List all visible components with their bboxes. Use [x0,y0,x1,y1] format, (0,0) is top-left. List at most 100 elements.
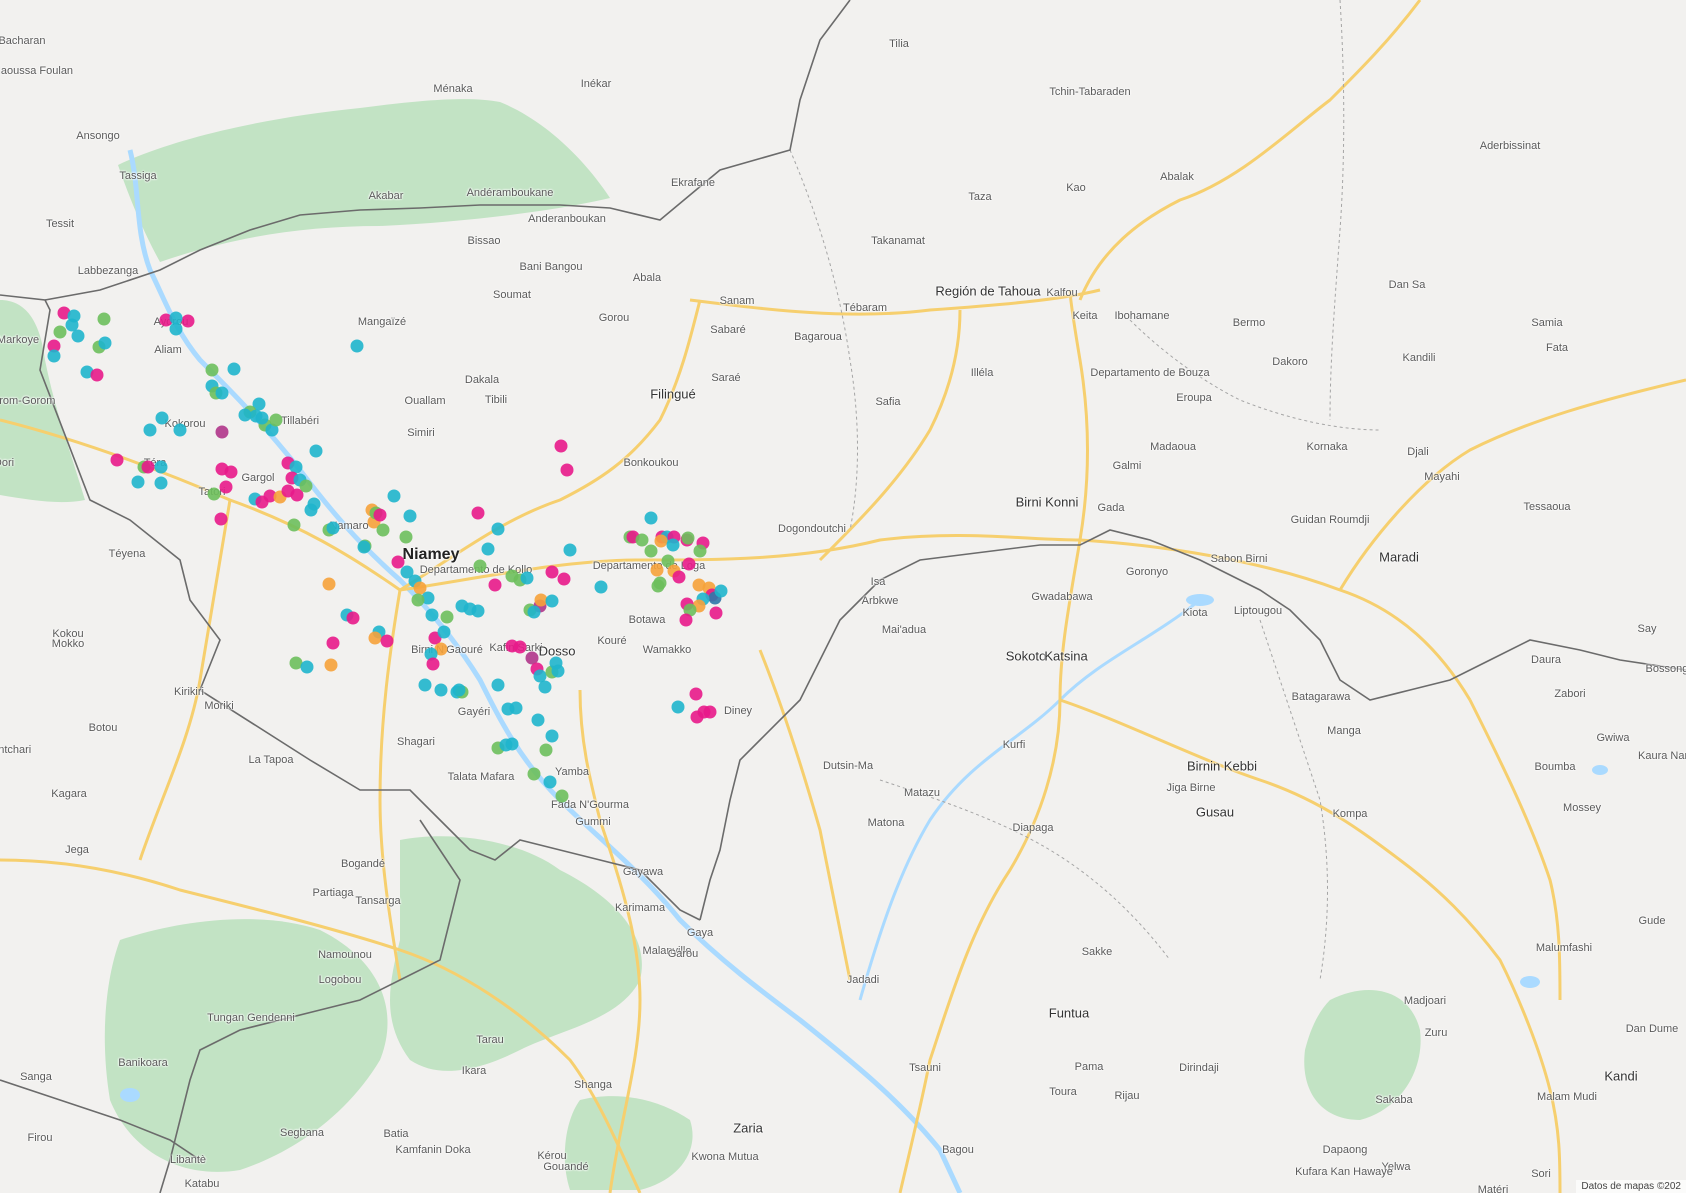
map-marker-orange[interactable] [322,577,336,591]
map-marker-cyan[interactable] [714,584,728,598]
map-marker-cyan[interactable] [326,521,340,535]
map-attribution[interactable]: Datos de mapas ©202 [1576,1180,1686,1193]
map-marker-cyan[interactable] [173,423,187,437]
map-marker-orange[interactable] [368,631,382,645]
map-marker-cyan[interactable] [227,362,241,376]
map-marker-green[interactable] [207,487,221,501]
map-marker-magenta[interactable] [373,508,387,522]
map-marker-cyan[interactable] [387,489,401,503]
map-marker-cyan[interactable] [215,386,229,400]
place-label: Gusau [1195,804,1235,820]
map-marker-green[interactable] [376,523,390,537]
map-marker-green[interactable] [539,743,553,757]
map-marker-cyan[interactable] [154,476,168,490]
map-marker-cyan[interactable] [169,311,183,325]
map-marker-cyan[interactable] [437,625,451,639]
map-marker-magenta[interactable] [214,512,228,526]
map-marker-cyan[interactable] [509,701,523,715]
map-marker-cyan[interactable] [434,683,448,697]
map-marker-cyan[interactable] [154,460,168,474]
map-marker-green[interactable] [440,610,454,624]
map-marker-cyan[interactable] [131,475,145,489]
map-marker-cyan[interactable] [309,444,323,458]
map-marker-cyan[interactable] [71,329,85,343]
map-marker-green[interactable] [97,312,111,326]
map-marker-cyan[interactable] [531,713,545,727]
map-marker-cyan[interactable] [452,683,466,697]
map-marker-cyan[interactable] [563,543,577,557]
map-marker-magenta[interactable] [689,687,703,701]
map-marker-magenta[interactable] [426,657,440,671]
map-marker-cyan[interactable] [644,511,658,525]
map-marker-green[interactable] [473,559,487,573]
map-marker-cyan[interactable] [491,678,505,692]
map-marker-cyan[interactable] [594,580,608,594]
map-marker-magenta[interactable] [380,634,394,648]
map-marker-magenta[interactable] [346,611,360,625]
map-marker-magenta[interactable] [141,460,155,474]
map-marker-cyan[interactable] [255,411,269,425]
map-marker-magenta[interactable] [326,636,340,650]
map-marker-cyan[interactable] [543,775,557,789]
map-marker-cyan[interactable] [491,522,505,536]
map-marker-cyan[interactable] [538,680,552,694]
map-marker-green[interactable] [205,363,219,377]
map-marker-cyan[interactable] [545,594,559,608]
map-marker-magenta[interactable] [224,465,238,479]
map-marker-magenta[interactable] [545,565,559,579]
map-marker-magenta[interactable] [488,578,502,592]
map-marker-magenta[interactable] [110,453,124,467]
map-marker-cyan[interactable] [47,349,61,363]
map-marker-cyan[interactable] [238,408,252,422]
map-marker-cyan[interactable] [471,604,485,618]
map-marker-magenta[interactable] [219,480,233,494]
map-marker-cyan[interactable] [300,660,314,674]
map-marker-orange[interactable] [324,658,338,672]
map-marker-magenta[interactable] [513,640,527,654]
map-marker-cyan[interactable] [549,656,563,670]
map-marker-cyan[interactable] [671,700,685,714]
map-marker-cyan[interactable] [527,605,541,619]
map-marker-cyan[interactable] [357,540,371,554]
map-marker-magenta[interactable] [679,613,693,627]
map-marker-green[interactable] [411,593,425,607]
map-marker-magenta[interactable] [560,463,574,477]
map-marker-green[interactable] [399,530,413,544]
map-marker-cyan[interactable] [505,737,519,751]
map-marker-orange[interactable] [650,563,664,577]
map-marker-cyan[interactable] [98,336,112,350]
map-marker-magenta[interactable] [672,570,686,584]
map-marker-green[interactable] [527,767,541,781]
map-marker-cyan[interactable] [425,608,439,622]
map-marker-cyan[interactable] [666,538,680,552]
map-marker-magenta[interactable] [471,506,485,520]
map-marker-cyan[interactable] [155,411,169,425]
map-marker-green[interactable] [635,533,649,547]
map-marker-magenta[interactable] [554,439,568,453]
map-marker-green[interactable] [53,325,67,339]
map-view[interactable]: Bacharan Haoussa Foulan Ménaka Inékar Tilia T… [0,0,1686,1193]
map-marker-magenta[interactable] [682,557,696,571]
map-marker-cyan[interactable] [545,729,559,743]
map-marker-cyan[interactable] [520,571,534,585]
map-marker-green[interactable] [299,479,313,493]
map-marker-magenta[interactable] [703,705,717,719]
map-marker-magenta[interactable] [557,572,571,586]
map-marker-green[interactable] [693,544,707,558]
map-marker-magenta[interactable] [181,314,195,328]
map-marker-green[interactable] [681,531,695,545]
map-marker-green[interactable] [555,789,569,803]
map-marker-magenta[interactable] [90,368,104,382]
map-marker-purple[interactable] [215,425,229,439]
map-marker-green[interactable] [269,413,283,427]
map-marker-cyan[interactable] [350,339,364,353]
map-marker-cyan[interactable] [307,497,321,511]
map-marker-green[interactable] [651,579,665,593]
map-marker-cyan[interactable] [403,509,417,523]
map-marker-cyan[interactable] [143,423,157,437]
map-marker-green[interactable] [644,544,658,558]
map-marker-cyan[interactable] [481,542,495,556]
map-marker-cyan[interactable] [418,678,432,692]
map-marker-magenta[interactable] [709,606,723,620]
map-marker-green[interactable] [287,518,301,532]
